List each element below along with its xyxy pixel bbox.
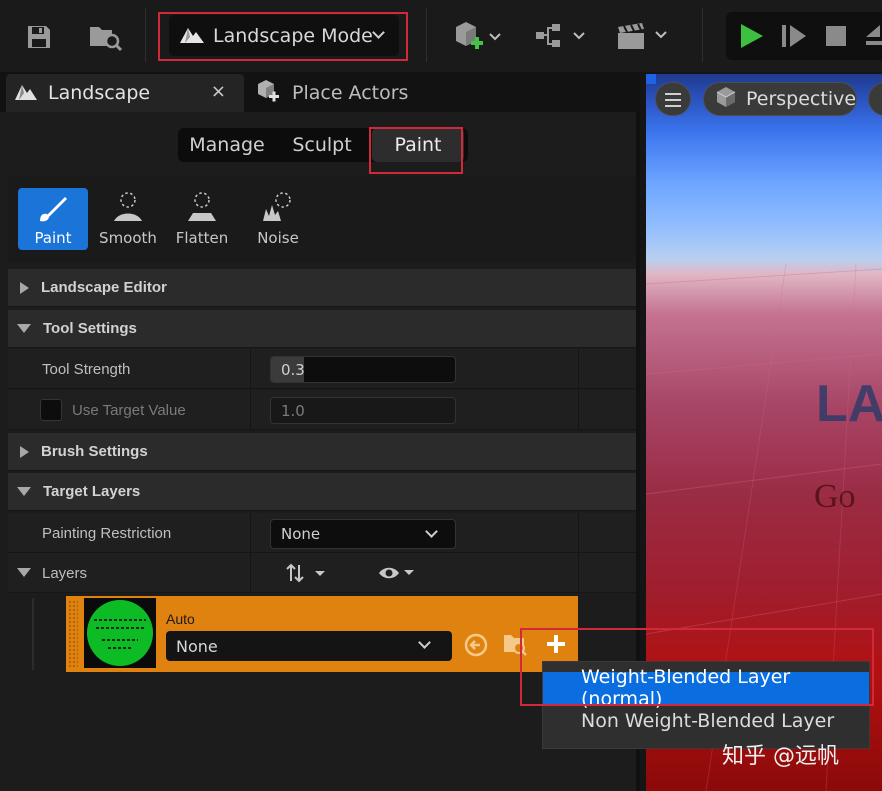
row-layers: Layers [8,553,636,593]
section-brush-settings[interactable]: Brush Settings [8,433,636,471]
tab-label: Place Actors [292,82,409,104]
expand-arrow-icon [20,445,29,458]
tool-noise[interactable]: Noise [243,188,313,250]
property-label: Use Target Value [72,401,186,419]
landscape-mode-tabs: Manage Sculpt Paint [178,128,468,162]
cinematics-icon[interactable] [614,18,672,54]
add-actor-icon[interactable] [450,18,506,54]
collapse-arrow-icon [17,487,31,496]
tool-label: Noise [257,229,299,247]
tool-label: Paint [34,229,72,247]
target-value-input[interactable]: 1.0 [270,397,456,424]
collapse-arrow-icon[interactable] [17,568,31,577]
layer-thumbnail [84,598,156,668]
property-label: Layers [42,564,88,582]
chevron-down-icon [425,525,438,538]
tool-paint[interactable]: Paint [18,188,88,250]
tool-label: Smooth [99,229,157,247]
dropdown-value: None [176,636,218,656]
perspective-label: Perspective [746,88,857,110]
smooth-icon [111,191,145,227]
section-target-layers[interactable]: Target Layers [8,473,636,511]
visibility-icon[interactable] [378,564,420,586]
property-label: Painting Restriction [42,524,172,542]
mode-label: Landscape Mode [213,24,373,47]
save-icon[interactable] [22,20,56,54]
section-landscape-editor[interactable]: Landscape Editor [8,269,636,307]
chevron-down-icon [372,26,385,39]
reset-icon[interactable] [464,633,488,661]
tab-label: Landscape [48,82,151,104]
dropdown-value: None [281,525,321,543]
section-tool-settings[interactable]: Tool Settings [8,310,636,348]
play-icon[interactable] [736,20,768,52]
hamburger-icon [664,92,682,112]
browse-asset-icon[interactable] [502,632,528,662]
place-actors-icon [256,78,282,108]
menu-item-weight-blended[interactable]: Weight-Blended Layer (normal) [543,666,869,710]
layer-name: Auto [166,611,195,627]
row-use-target-value: Use Target Value 1.0 [8,390,636,430]
section-label: Landscape Editor [41,279,167,296]
section-label: Tool Settings [43,320,137,337]
close-icon[interactable]: × [211,81,226,102]
watermark-text: 知乎 @远帆 [722,744,839,769]
add-layer-popup-menu: Weight-Blended Layer (normal) Non Weight… [542,661,870,749]
menu-item-non-weight-blended[interactable]: Non Weight-Blended Layer [543,705,869,737]
tab-place-actors[interactable]: Place Actors [256,76,408,110]
flatten-icon [185,191,219,227]
layer-info-dropdown[interactable]: None [166,631,452,661]
landscape-icon [14,81,38,105]
tab-paint[interactable]: Paint [372,128,464,162]
tab-sculpt[interactable]: Sculpt [276,128,368,162]
tab-manage[interactable]: Manage [178,128,276,162]
perspective-button[interactable]: Perspective [703,82,857,116]
paint-brush-icon [37,193,69,227]
content-browser-icon[interactable] [86,20,126,54]
chevron-down-icon [418,636,431,649]
perspective-cube-icon [714,85,738,113]
sort-icon[interactable] [286,563,330,587]
tool-strength-input[interactable]: 0.3 [270,356,456,383]
landscape-mode-icon [179,23,205,49]
row-painting-restriction: Painting Restriction None [8,513,636,553]
target-value: 1.0 [281,401,305,420]
tool-smooth[interactable]: Smooth [93,188,163,250]
viewport-focus-corner [646,74,656,84]
section-label: Brush Settings [41,443,148,460]
stop-icon[interactable] [820,20,852,52]
main-toolbar: Landscape Mode [0,0,882,72]
use-target-value-checkbox[interactable] [40,399,62,421]
property-label: Tool Strength [42,360,131,378]
noise-icon [261,191,295,227]
expand-arrow-icon [20,281,29,294]
tab-landscape[interactable]: Landscape × [6,74,244,112]
add-layer-icon[interactable] [546,634,566,658]
row-tool-strength: Tool Strength 0.3 [8,349,636,389]
tool-flatten[interactable]: Flatten [167,188,237,250]
collapse-arrow-icon [17,324,31,333]
advance-frame-icon[interactable] [778,20,810,52]
tree-line [32,598,34,670]
drag-handle[interactable] [68,600,78,668]
play-controls [726,12,882,60]
mode-selector-button[interactable]: Landscape Mode [169,15,399,56]
tool-label: Flatten [175,229,229,247]
blueprint-icon[interactable] [534,20,588,52]
viewport-menu-button[interactable] [655,82,691,116]
tool-strength-value: 0.3 [281,360,305,379]
eject-icon[interactable] [860,20,882,52]
section-label: Target Layers [43,483,141,500]
painting-restriction-dropdown[interactable]: None [270,519,456,549]
